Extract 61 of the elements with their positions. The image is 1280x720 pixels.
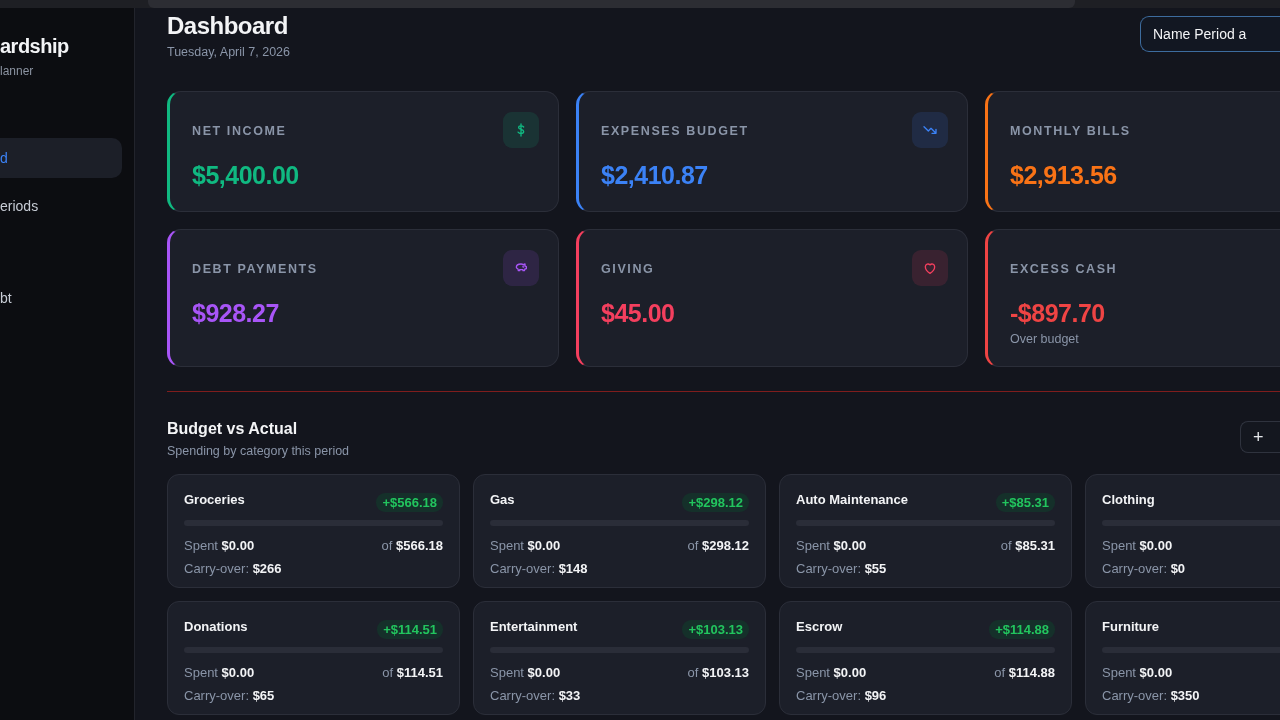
carry-over: Carry-over: $33: [490, 688, 582, 703]
stat-note: Over budget: [1010, 332, 1080, 346]
stat-value: $45.00: [601, 299, 676, 328]
app-title: ardship: [0, 35, 70, 58]
carry-over: Carry-over: $96: [796, 688, 888, 703]
carry-over: Carry-over: $148: [490, 561, 589, 576]
heart-icon: [922, 260, 938, 276]
spent-amount: Spent $0.00: [184, 665, 255, 680]
page-title: Dashboard: [167, 12, 289, 40]
carry-over: Carry-over: $55: [796, 561, 888, 576]
category-name: Clothing: [1102, 492, 1155, 507]
app-subtitle: lanner: [0, 64, 35, 78]
budget-amount: of $566.18: [381, 538, 443, 553]
spent-amount: Spent $0.00: [796, 665, 867, 680]
carry-over: Carry-over: $65: [184, 688, 276, 703]
stat-value: -$897.70: [1010, 299, 1106, 328]
budget-amount: of $85.31: [1000, 538, 1055, 553]
section-subtitle: Spending by category this period: [167, 444, 350, 458]
category-name: Donations: [184, 619, 248, 634]
budget-amount: of $298.12: [687, 538, 749, 553]
carry-over: Carry-over: $266: [184, 561, 283, 576]
stat-label: EXPENSES BUDGET: [601, 124, 749, 138]
spent-amount: Spent $0.00: [1102, 538, 1173, 553]
nav-item[interactable]: bt: [0, 278, 122, 318]
spent-amount: Spent $0.00: [184, 538, 255, 553]
budget-amount: of $114.51: [382, 665, 443, 680]
nav-item[interactable]: eriods: [0, 186, 122, 226]
name-period-button[interactable]: Name Period a: [1140, 16, 1280, 52]
carry-over: Carry-over: $0: [1102, 561, 1187, 576]
budget-amount: of $114.88: [994, 665, 1055, 680]
page-date: Tuesday, April 7, 2026: [167, 45, 290, 59]
stat-value: $928.27: [192, 299, 280, 328]
stat-label: NET INCOME: [192, 124, 287, 138]
nav-item[interactable]: d: [0, 138, 122, 178]
stat-label: GIVING: [601, 262, 655, 276]
category-name: Auto Maintenance: [796, 492, 908, 507]
remaining-badge: +$298.12: [682, 493, 749, 512]
spent-amount: Spent $0.00: [1102, 665, 1173, 680]
remaining-badge: +$85.31: [995, 493, 1055, 512]
category-name: Furniture: [1102, 619, 1160, 634]
stat-label: MONTHLY BILLS: [1010, 124, 1131, 138]
category-name: Entertainment: [490, 619, 578, 634]
stat-value: $5,400.00: [192, 161, 300, 190]
spent-amount: Spent $0.00: [490, 665, 561, 680]
add-button[interactable]: +: [1240, 421, 1280, 453]
budget-amount: of $103.13: [687, 665, 749, 680]
remaining-badge: +$566.18: [376, 493, 443, 512]
stat-label: EXCESS CASH: [1010, 262, 1118, 276]
spent-amount: Spent $0.00: [796, 538, 867, 553]
remaining-badge: +$114.88: [989, 620, 1055, 639]
section-title: Budget vs Actual: [167, 420, 299, 438]
category-name: Gas: [490, 492, 515, 507]
carry-over: Carry-over: $350: [1102, 688, 1201, 703]
remaining-badge: +$103.13: [682, 620, 749, 639]
category-name: Groceries: [184, 492, 245, 507]
remaining-badge: +$114.51: [377, 620, 443, 639]
category-name: Escrow: [796, 619, 843, 634]
stat-value: $2,913.56: [1010, 161, 1118, 190]
stat-label: DEBT PAYMENTS: [192, 262, 318, 276]
spent-amount: Spent $0.00: [490, 538, 561, 553]
stat-value: $2,410.87: [601, 161, 709, 190]
